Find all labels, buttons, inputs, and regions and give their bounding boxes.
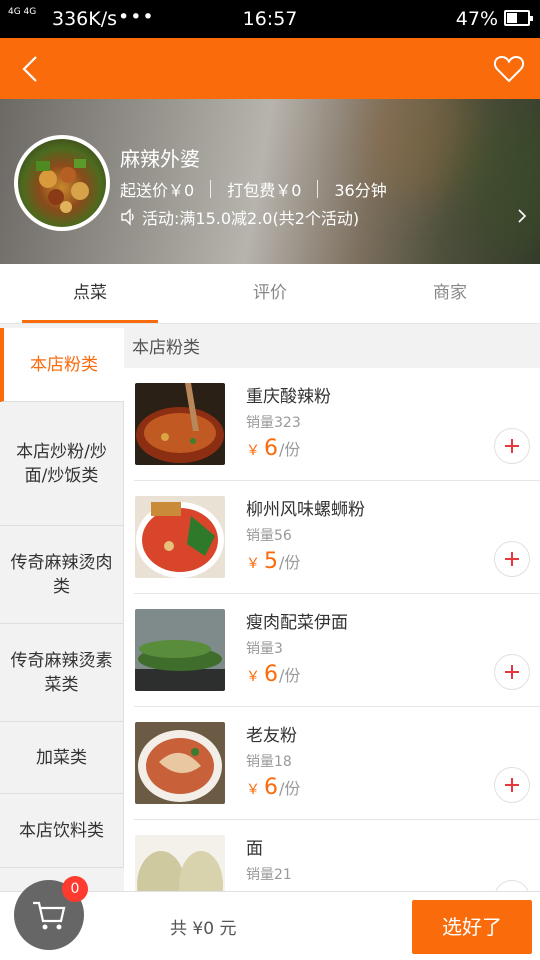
heart-outline-icon — [493, 55, 525, 83]
list-item[interactable]: 柳州风味螺蛳粉 销量56 ￥ 5/份 — [134, 481, 540, 594]
add-button[interactable] — [494, 428, 530, 464]
category-item[interactable]: 传奇麻辣烫肉类 — [0, 526, 124, 624]
plus-icon — [505, 552, 519, 566]
list-item[interactable]: 老友粉 销量18 ￥ 6/份 — [134, 707, 540, 820]
food-image — [135, 496, 225, 578]
item-sales: 销量56 — [246, 528, 292, 544]
chevron-left-icon — [22, 56, 37, 82]
item-sales: 销量18 — [246, 754, 292, 770]
item-sales: 销量323 — [246, 415, 301, 431]
item-price: ￥ 6/份 — [246, 436, 301, 461]
item-name: 瘦肉配菜伊面 — [246, 613, 348, 633]
item-name: 柳州风味螺蛳粉 — [246, 500, 365, 520]
shop-header[interactable]: 麻辣外婆 起送价￥0 打包费￥0 36分钟 活动:满15.0减2.0(共2个活动… — [0, 99, 540, 264]
list-item[interactable]: 面 销量21 — [134, 820, 540, 891]
add-button[interactable] — [494, 541, 530, 577]
status-bar: 4G 4G 336K/s ••• 16:57 47% — [0, 0, 540, 38]
category-sidebar: 本店粉类 本店炒粉/炒面/炒饭类 传奇麻辣烫肉类 传奇麻辣烫素菜类 加菜类 本店… — [0, 328, 124, 891]
item-sales: 销量21 — [246, 867, 292, 883]
food-image — [135, 722, 225, 804]
shop-name: 麻辣外婆 — [120, 147, 200, 171]
battery-percent: 47% — [455, 8, 498, 30]
tab-bar: 点菜 评价 商家 — [0, 264, 540, 324]
checkout-button[interactable]: 选好了 — [412, 900, 532, 954]
delivery-time: 36分钟 — [334, 181, 387, 200]
add-button[interactable] — [494, 654, 530, 690]
tab-merchant[interactable]: 商家 — [360, 264, 540, 323]
tab-reviews[interactable]: 评价 — [180, 264, 360, 323]
promo-row[interactable]: 活动:满15.0减2.0(共2个活动) — [120, 205, 359, 229]
add-button[interactable] — [494, 767, 530, 803]
item-name: 重庆酸辣粉 — [246, 387, 331, 407]
promo-text: 活动:满15.0减2.0(共2个活动) — [142, 209, 360, 228]
item-price: ￥ 6/份 — [246, 775, 301, 800]
item-price: ￥ 6/份 — [246, 662, 301, 687]
item-name: 老友粉 — [246, 726, 297, 746]
add-button[interactable] — [494, 880, 530, 891]
plus-icon — [505, 665, 519, 679]
list-item[interactable]: 重庆酸辣粉 销量323 ￥ 6/份 — [134, 368, 540, 481]
title-bar — [0, 38, 540, 99]
list-item[interactable]: 瘦肉配菜伊面 销量3 ￥ 6/份 — [134, 594, 540, 707]
category-item[interactable]: 本店粉类 — [0, 328, 124, 402]
cart-bar: 0 共 ¥0 元 选好了 — [0, 876, 540, 960]
plus-icon — [505, 778, 519, 792]
category-item[interactable]: 本店饮料类 — [0, 794, 124, 868]
shop-meta: 起送价￥0 打包费￥0 36分钟 — [120, 177, 387, 201]
category-item[interactable]: 本店炒粉/炒面/炒饭类 — [0, 402, 124, 526]
food-image — [135, 609, 225, 691]
chevron-right-icon[interactable] — [516, 207, 528, 229]
food-image — [135, 835, 225, 891]
speaker-icon — [121, 208, 134, 226]
item-sales: 销量3 — [246, 641, 283, 657]
favorite-button[interactable] — [492, 52, 526, 86]
tab-order[interactable]: 点菜 — [0, 264, 180, 323]
menu-list: 本店粉类 重庆酸辣粉 销量323 ￥ 6/份 柳州风味螺蛳粉 销量56 ￥ 5/份 … — [124, 328, 540, 891]
plus-icon — [505, 439, 519, 453]
cart-count-badge: 0 — [62, 876, 88, 902]
category-item[interactable]: 传奇麻辣烫素菜类 — [0, 624, 124, 722]
item-price: ￥ 5/份 — [246, 549, 301, 574]
section-title: 本店粉类 — [124, 328, 540, 368]
cart-total: 共 ¥0 元 — [170, 919, 237, 939]
food-image — [135, 383, 225, 465]
shop-logo — [14, 135, 110, 231]
battery-icon — [504, 10, 533, 26]
category-item[interactable]: 加菜类 — [0, 722, 124, 794]
back-button[interactable] — [14, 52, 48, 86]
packing-fee: 打包费￥0 — [227, 181, 302, 200]
cart-icon — [33, 901, 66, 930]
min-price: 起送价￥0 — [120, 181, 195, 200]
item-name: 面 — [246, 839, 263, 859]
